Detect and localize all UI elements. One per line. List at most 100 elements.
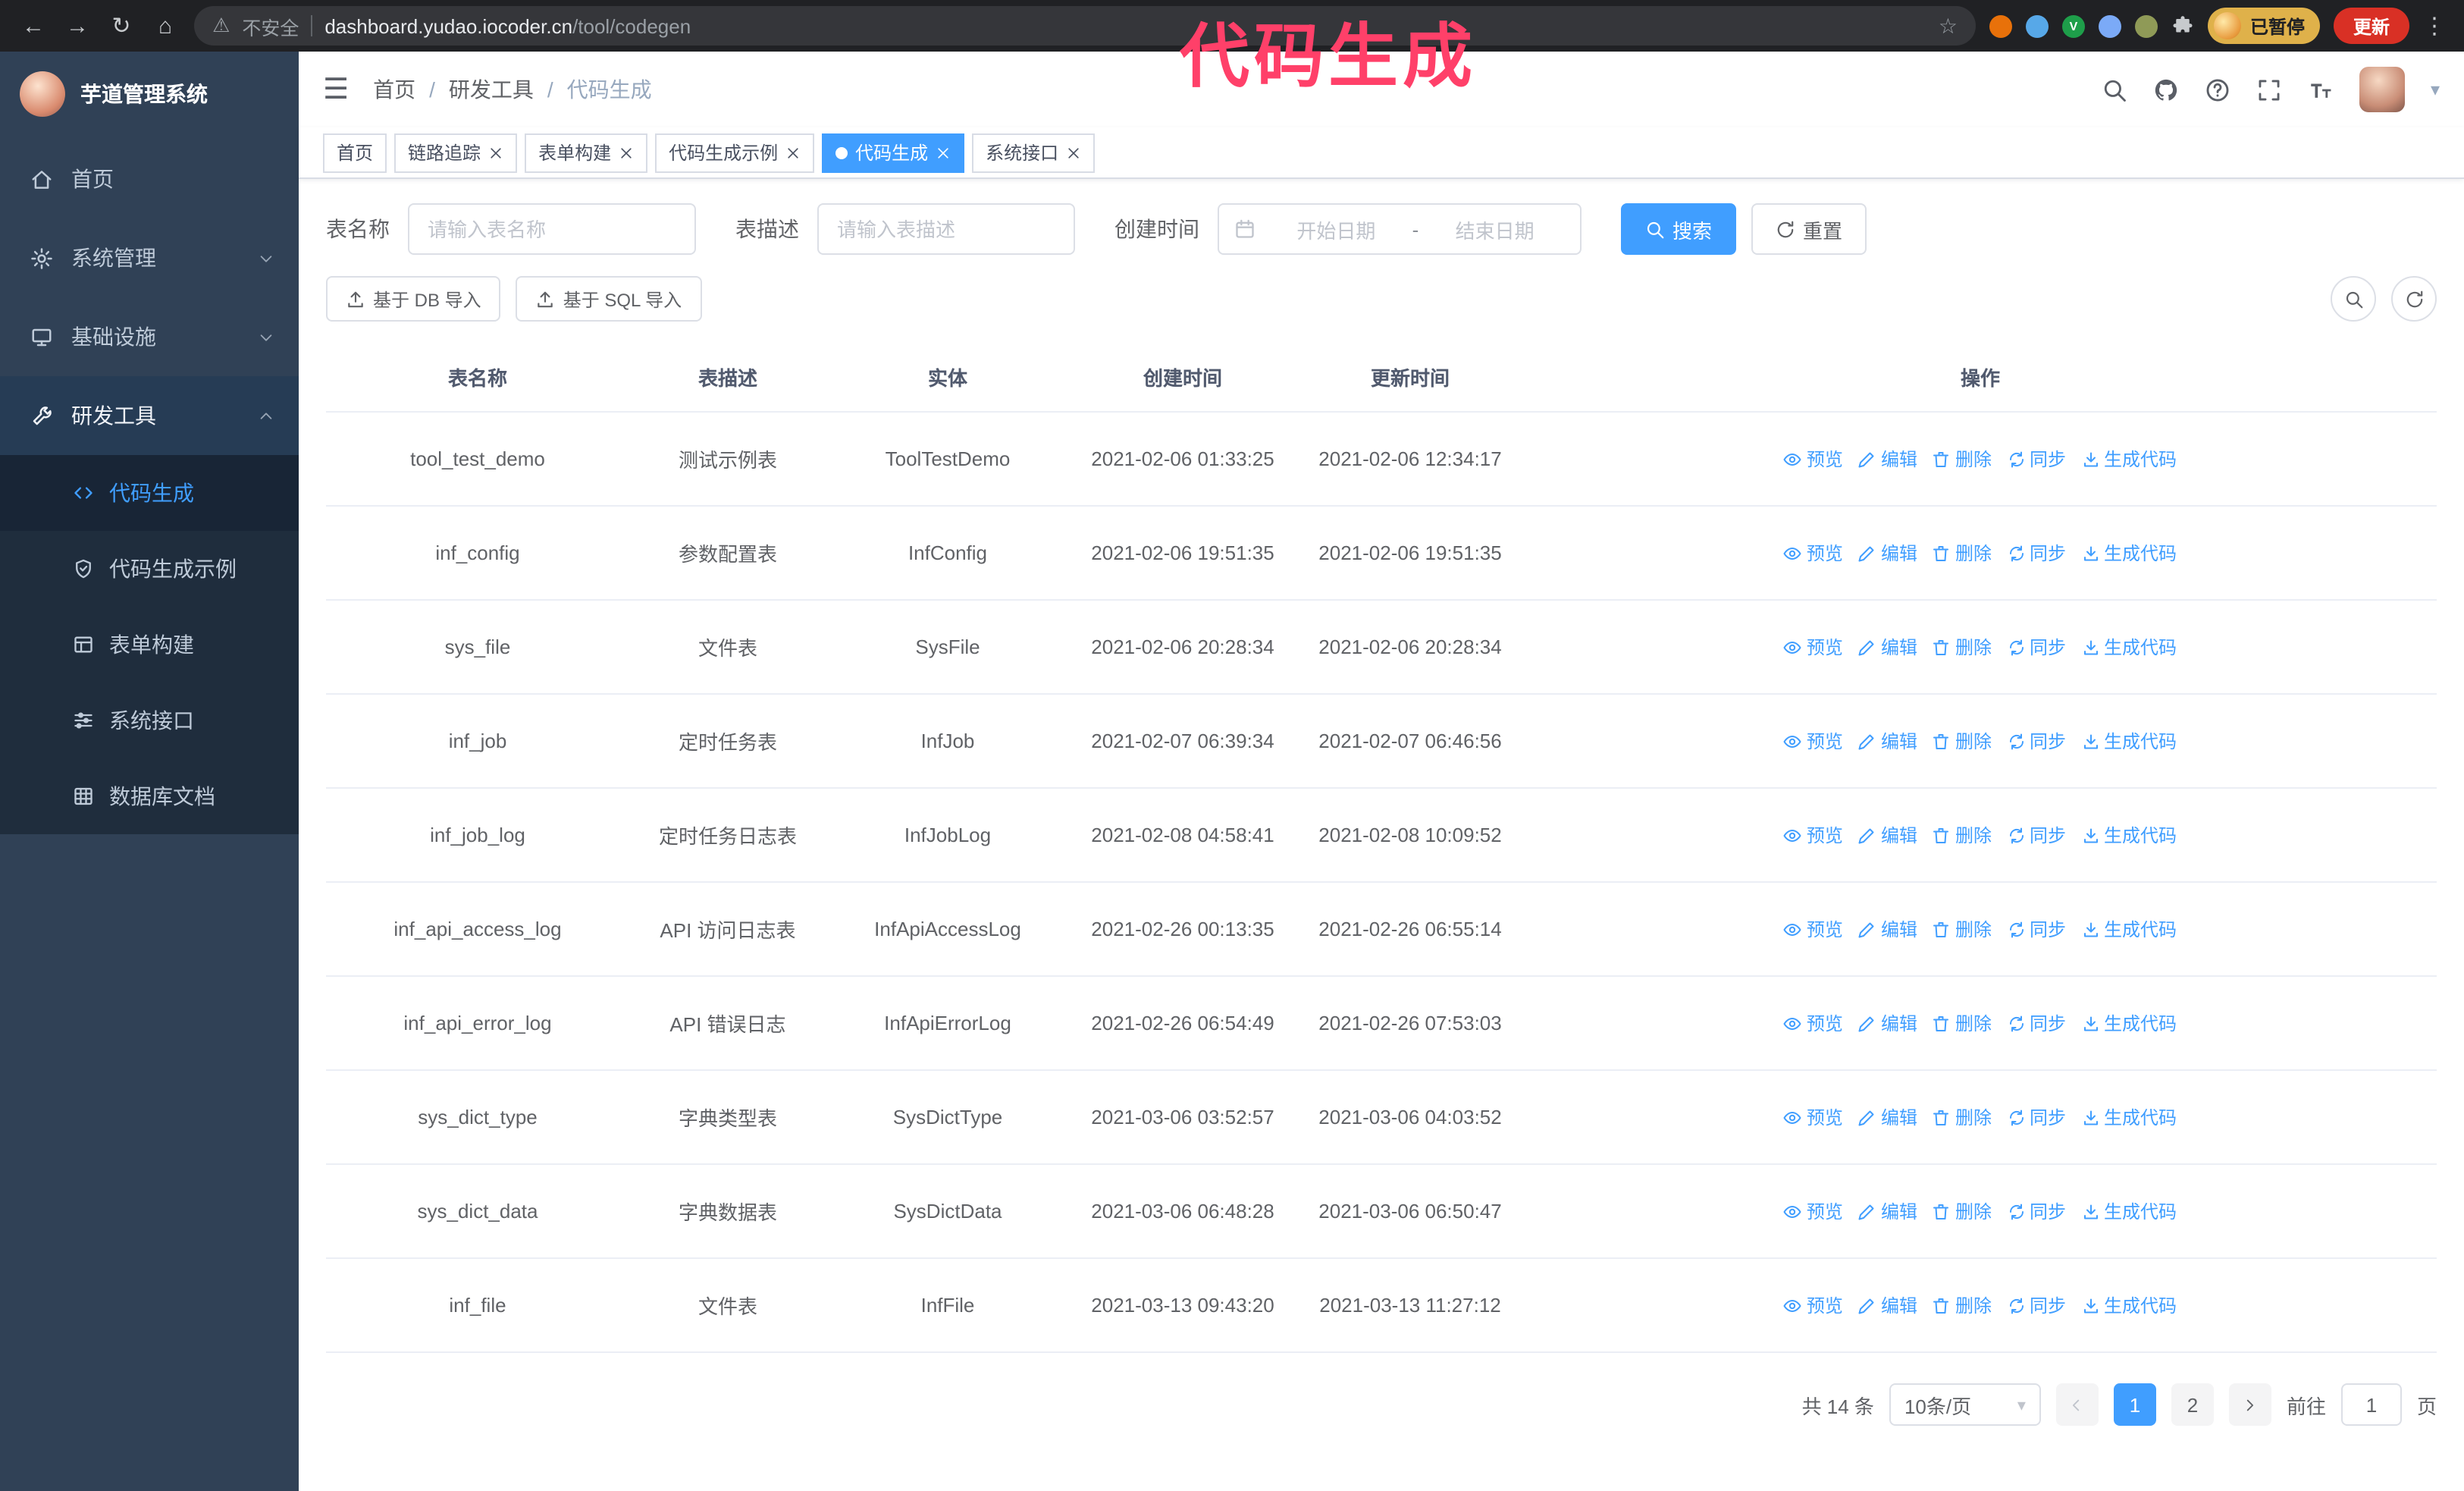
delete-link[interactable]: 删除 — [1933, 634, 1992, 660]
table-name-input[interactable] — [408, 203, 696, 255]
github-icon[interactable] — [2153, 77, 2179, 102]
preview-link[interactable]: 预览 — [1784, 1198, 1843, 1224]
generate-code-link[interactable]: 生成代码 — [2081, 1104, 2177, 1130]
close-icon[interactable] — [488, 145, 503, 160]
sync-link[interactable]: 同步 — [2007, 916, 2066, 942]
sync-link[interactable]: 同步 — [2007, 728, 2066, 754]
tab-home[interactable]: 首页 — [323, 133, 387, 172]
page-button-2[interactable]: 2 — [2171, 1383, 2214, 1426]
sync-link[interactable]: 同步 — [2007, 1104, 2066, 1130]
page-url[interactable]: dashboard.yudao.iocoder.cn/tool/codegen — [324, 14, 691, 37]
extension-icon-1[interactable] — [1989, 14, 2012, 37]
tab-codegen-demo[interactable]: 代码生成示例 — [655, 133, 815, 172]
not-secure-label[interactable]: 不安全 — [242, 11, 299, 40]
close-icon[interactable] — [1066, 145, 1081, 160]
generate-code-link[interactable]: 生成代码 — [2081, 634, 2177, 660]
address-bar[interactable]: ⚠ 不安全 dashboard.yudao.iocoder.cn/tool/co… — [194, 6, 1976, 46]
page-size-select[interactable]: 10条/页 ▾ — [1889, 1383, 2041, 1426]
delete-link[interactable]: 删除 — [1933, 1292, 1992, 1318]
sidebar-item-api[interactable]: 系统接口 — [0, 683, 299, 758]
sync-link[interactable]: 同步 — [2007, 822, 2066, 848]
edit-link[interactable]: 编辑 — [1858, 728, 1917, 754]
goto-page-input[interactable] — [2340, 1383, 2402, 1426]
delete-link[interactable]: 删除 — [1933, 1010, 1992, 1036]
home-icon[interactable]: ⌂ — [150, 13, 180, 39]
caret-down-icon[interactable]: ▾ — [2431, 79, 2440, 100]
breadcrumb-home[interactable]: 首页 — [373, 74, 415, 105]
preview-link[interactable]: 预览 — [1784, 446, 1843, 472]
sidebar-item-home[interactable]: 首页 — [0, 140, 299, 218]
delete-link[interactable]: 删除 — [1933, 728, 1992, 754]
tab-api[interactable]: 系统接口 — [972, 133, 1096, 172]
preview-link[interactable]: 预览 — [1784, 1104, 1843, 1130]
search-icon[interactable] — [2102, 77, 2127, 102]
sidebar-item-db-doc[interactable]: 数据库文档 — [0, 758, 299, 834]
browser-menu-icon[interactable]: ⋮ — [2423, 12, 2446, 39]
close-icon[interactable] — [619, 145, 634, 160]
generate-code-link[interactable]: 生成代码 — [2081, 540, 2177, 566]
preview-link[interactable]: 预览 — [1784, 822, 1843, 848]
profile-paused-chip[interactable]: 已暂停 — [2207, 8, 2320, 44]
tab-tracing[interactable]: 链路追踪 — [394, 133, 518, 172]
fullscreen-icon[interactable] — [2256, 77, 2282, 102]
generate-code-link[interactable]: 生成代码 — [2081, 446, 2177, 472]
user-avatar[interactable] — [2359, 67, 2405, 112]
reload-icon[interactable]: ↻ — [106, 12, 136, 39]
extensions-puzzle-icon[interactable] — [2171, 14, 2194, 37]
show-search-button[interactable] — [2331, 276, 2376, 322]
edit-link[interactable]: 编辑 — [1858, 916, 1917, 942]
extension-icon-3[interactable]: V — [2061, 14, 2085, 37]
tab-form-builder[interactable]: 表单构建 — [525, 133, 648, 172]
sidebar-item-codegen-demo[interactable]: 代码生成示例 — [0, 531, 299, 607]
sidebar-item-system[interactable]: 系统管理 — [0, 218, 299, 297]
refresh-table-button[interactable] — [2391, 276, 2437, 322]
search-button[interactable]: 搜索 — [1621, 203, 1737, 255]
back-icon[interactable]: ← — [18, 13, 49, 39]
tab-codegen[interactable]: 代码生成 — [822, 133, 965, 172]
edit-link[interactable]: 编辑 — [1858, 1198, 1917, 1224]
date-range-picker[interactable]: 开始日期 - 结束日期 — [1218, 203, 1582, 255]
edit-link[interactable]: 编辑 — [1858, 446, 1917, 472]
bookmark-star-icon[interactable]: ☆ — [1939, 13, 1958, 39]
generate-code-link[interactable]: 生成代码 — [2081, 822, 2177, 848]
edit-link[interactable]: 编辑 — [1858, 540, 1917, 566]
generate-code-link[interactable]: 生成代码 — [2081, 728, 2177, 754]
extension-icon-2[interactable] — [2025, 14, 2049, 37]
sync-link[interactable]: 同步 — [2007, 1010, 2066, 1036]
help-icon[interactable] — [2205, 77, 2230, 102]
sidebar-item-codegen[interactable]: 代码生成 — [0, 455, 299, 531]
reset-button[interactable]: 重置 — [1751, 203, 1867, 255]
page-button-1[interactable]: 1 — [2113, 1383, 2156, 1426]
edit-link[interactable]: 编辑 — [1858, 822, 1917, 848]
preview-link[interactable]: 预览 — [1784, 728, 1843, 754]
preview-link[interactable]: 预览 — [1784, 916, 1843, 942]
sidebar-item-devtools[interactable]: 研发工具 — [0, 376, 299, 455]
breadcrumb-devtools[interactable]: 研发工具 — [449, 74, 534, 105]
delete-link[interactable]: 删除 — [1933, 446, 1992, 472]
delete-link[interactable]: 删除 — [1933, 822, 1992, 848]
edit-link[interactable]: 编辑 — [1858, 1010, 1917, 1036]
import-db-button[interactable]: 基于 DB 导入 — [326, 276, 501, 322]
extension-icon-4[interactable] — [2098, 14, 2121, 37]
preview-link[interactable]: 预览 — [1784, 540, 1843, 566]
generate-code-link[interactable]: 生成代码 — [2081, 1292, 2177, 1318]
generate-code-link[interactable]: 生成代码 — [2081, 1010, 2177, 1036]
next-page-button[interactable] — [2228, 1383, 2271, 1426]
browser-update-button[interactable]: 更新 — [2333, 8, 2409, 44]
sync-link[interactable]: 同步 — [2007, 540, 2066, 566]
generate-code-link[interactable]: 生成代码 — [2081, 1198, 2177, 1224]
preview-link[interactable]: 预览 — [1784, 634, 1843, 660]
sync-link[interactable]: 同步 — [2007, 1198, 2066, 1224]
forward-icon[interactable]: → — [62, 13, 92, 39]
sync-link[interactable]: 同步 — [2007, 446, 2066, 472]
table-desc-input[interactable] — [817, 203, 1075, 255]
close-icon[interactable] — [936, 145, 951, 160]
import-sql-button[interactable]: 基于 SQL 导入 — [516, 276, 702, 322]
close-icon[interactable] — [785, 145, 801, 160]
delete-link[interactable]: 删除 — [1933, 540, 1992, 566]
font-size-icon[interactable] — [2308, 77, 2334, 102]
delete-link[interactable]: 删除 — [1933, 1104, 1992, 1130]
sync-link[interactable]: 同步 — [2007, 634, 2066, 660]
edit-link[interactable]: 编辑 — [1858, 1104, 1917, 1130]
generate-code-link[interactable]: 生成代码 — [2081, 916, 2177, 942]
